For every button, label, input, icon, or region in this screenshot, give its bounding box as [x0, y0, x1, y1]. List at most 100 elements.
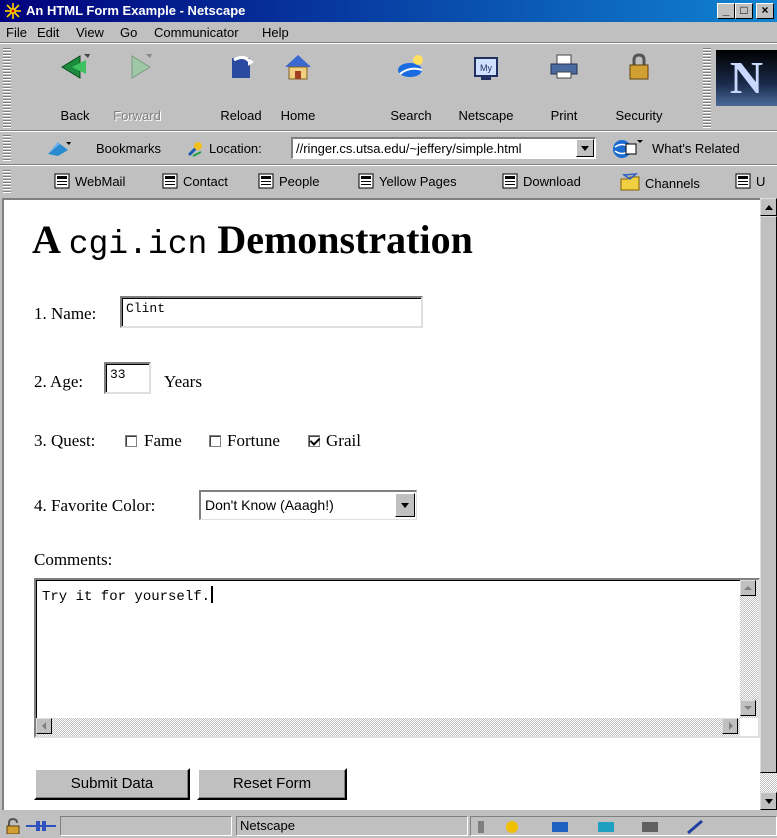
toolbar-grip[interactable]: [3, 135, 11, 161]
location-label: Location:: [209, 141, 262, 156]
page-vertical-scrollbar[interactable]: [760, 198, 777, 810]
padlock-icon: [629, 53, 649, 80]
name-input[interactable]: Clint: [120, 296, 423, 328]
bookmark-page-icon: [735, 173, 751, 189]
age-input[interactable]: 33: [104, 362, 151, 394]
favorite-color-select[interactable]: Don't Know (Aaagh!): [199, 490, 417, 520]
age-label: 2. Age:: [34, 372, 84, 391]
svg-text:My: My: [480, 63, 492, 73]
quest-label: 3. Quest:: [34, 431, 96, 450]
bookmarks-label[interactable]: Bookmarks: [96, 141, 161, 156]
url-dropdown-button[interactable]: [576, 139, 594, 157]
menu-help[interactable]: Help: [262, 25, 289, 40]
bookmark-contact[interactable]: Contact: [162, 173, 228, 189]
scroll-thumb[interactable]: [760, 216, 777, 773]
bookmark-label: Download: [523, 174, 581, 189]
scroll-right-icon[interactable]: [722, 718, 738, 734]
menu-view[interactable]: View: [76, 25, 104, 40]
reload-icon: [232, 55, 254, 78]
bookmark-overflow[interactable]: U: [735, 173, 765, 189]
menu-go[interactable]: Go: [120, 25, 137, 40]
comments-label: Comments:: [34, 550, 113, 569]
quest-fame-checkbox[interactable]: [125, 435, 137, 447]
bookmark-label: WebMail: [75, 174, 126, 189]
menu-edit[interactable]: Edit: [37, 25, 59, 40]
menu-communicator[interactable]: Communicator: [154, 25, 239, 40]
navigation-toolbar: Back Forward Reload Home Search My Netsc…: [0, 44, 777, 130]
name-label: 1. Name:: [34, 304, 97, 323]
comments-textarea[interactable]: Try it for yourself.: [34, 578, 760, 738]
bookmark-page-icon: [162, 173, 178, 189]
submit-button[interactable]: Submit Data: [34, 768, 190, 800]
bookmark-page-icon: [502, 173, 518, 189]
scroll-down-icon[interactable]: [740, 700, 756, 716]
back-button[interactable]: Back: [44, 46, 106, 126]
age-unit: Years: [164, 372, 202, 391]
my-netscape-icon: My: [474, 57, 498, 80]
url-field[interactable]: //ringer.cs.utsa.edu/~jeffery/simple.htm…: [291, 137, 596, 159]
back-label: Back: [60, 108, 90, 123]
status-bar: Netscape: [0, 812, 777, 838]
location-link-icon[interactable]: [186, 140, 204, 158]
bookmark-label: People: [279, 174, 320, 189]
toolbar-grip[interactable]: [3, 169, 11, 193]
scroll-left-icon[interactable]: [36, 718, 52, 734]
browser-window: An HTML Form Example - Netscape _ □ × Fi…: [0, 0, 777, 838]
quest-fame-label: Fame: [144, 431, 182, 450]
netscape-button[interactable]: My Netscape: [455, 46, 517, 126]
progress-bar: [60, 816, 232, 836]
netscape-logo[interactable]: N: [716, 50, 777, 106]
comments-horizontal-scrollbar[interactable]: [36, 718, 740, 736]
window-title: An HTML Form Example - Netscape: [26, 3, 246, 18]
comments-vertical-scrollbar[interactable]: [740, 580, 758, 718]
bookmarks-icon[interactable]: [46, 140, 72, 158]
reload-button[interactable]: Reload: [210, 46, 272, 126]
security-button[interactable]: Security: [608, 46, 670, 126]
minimize-button[interactable]: _: [717, 3, 735, 19]
home-icon: [285, 55, 311, 80]
quest-fortune-label: Fortune: [227, 431, 280, 450]
forward-button[interactable]: Forward: [106, 46, 168, 126]
channels-folder-icon: [620, 173, 640, 191]
menu-bar: File Edit View Go Communicator Help: [0, 22, 777, 42]
bookmark-people[interactable]: People: [258, 173, 319, 189]
home-label: Home: [280, 108, 316, 123]
security-lock-icon[interactable]: [4, 818, 22, 834]
bookmark-download[interactable]: Download: [502, 173, 581, 189]
page-heading: A cgi.icn Demonstration: [32, 216, 473, 263]
location-toolbar: Bookmarks Location: //ringer.cs.utsa.edu…: [0, 132, 777, 164]
bookmark-label: U: [756, 174, 766, 189]
bookmark-page-icon: [258, 173, 274, 189]
netscape-star-icon: [5, 3, 21, 19]
bookmark-yellow-pages[interactable]: Yellow Pages: [358, 173, 457, 189]
comments-text: Try it for yourself.: [42, 586, 214, 605]
printer-icon: [550, 54, 578, 79]
search-label: Search: [390, 108, 432, 123]
bookmark-channels[interactable]: Channels: [620, 173, 700, 191]
back-arrow-icon: [61, 54, 90, 79]
toolbar-grip[interactable]: [3, 48, 11, 128]
reset-button[interactable]: Reset Form: [197, 768, 347, 800]
print-label: Print: [550, 108, 578, 123]
scroll-up-icon[interactable]: [740, 580, 756, 596]
maximize-button[interactable]: □: [735, 3, 753, 19]
toolbar-grip[interactable]: [703, 48, 711, 128]
search-button[interactable]: Search: [380, 46, 442, 126]
print-button[interactable]: Print: [533, 46, 595, 126]
whats-related-icon[interactable]: [610, 138, 644, 160]
close-button[interactable]: ×: [756, 3, 774, 19]
bookmark-webmail[interactable]: WebMail: [54, 173, 125, 189]
home-button[interactable]: Home: [267, 46, 329, 126]
component-bar-icons[interactable]: [478, 819, 768, 835]
menu-file[interactable]: File: [6, 25, 27, 40]
quest-fortune-checkbox[interactable]: [209, 435, 221, 447]
title-bar[interactable]: An HTML Form Example - Netscape _ □ ×: [0, 0, 777, 22]
heading-code: cgi.icn: [68, 226, 208, 263]
chevron-down-icon[interactable]: [395, 493, 415, 517]
whats-related-label[interactable]: What's Related: [652, 141, 740, 156]
bookmark-page-icon: [358, 173, 374, 189]
quest-grail-checkbox[interactable]: [308, 435, 320, 447]
scroll-up-icon[interactable]: [760, 198, 777, 216]
favorite-color-label: 4. Favorite Color:: [34, 496, 156, 515]
scroll-down-icon[interactable]: [760, 792, 777, 810]
